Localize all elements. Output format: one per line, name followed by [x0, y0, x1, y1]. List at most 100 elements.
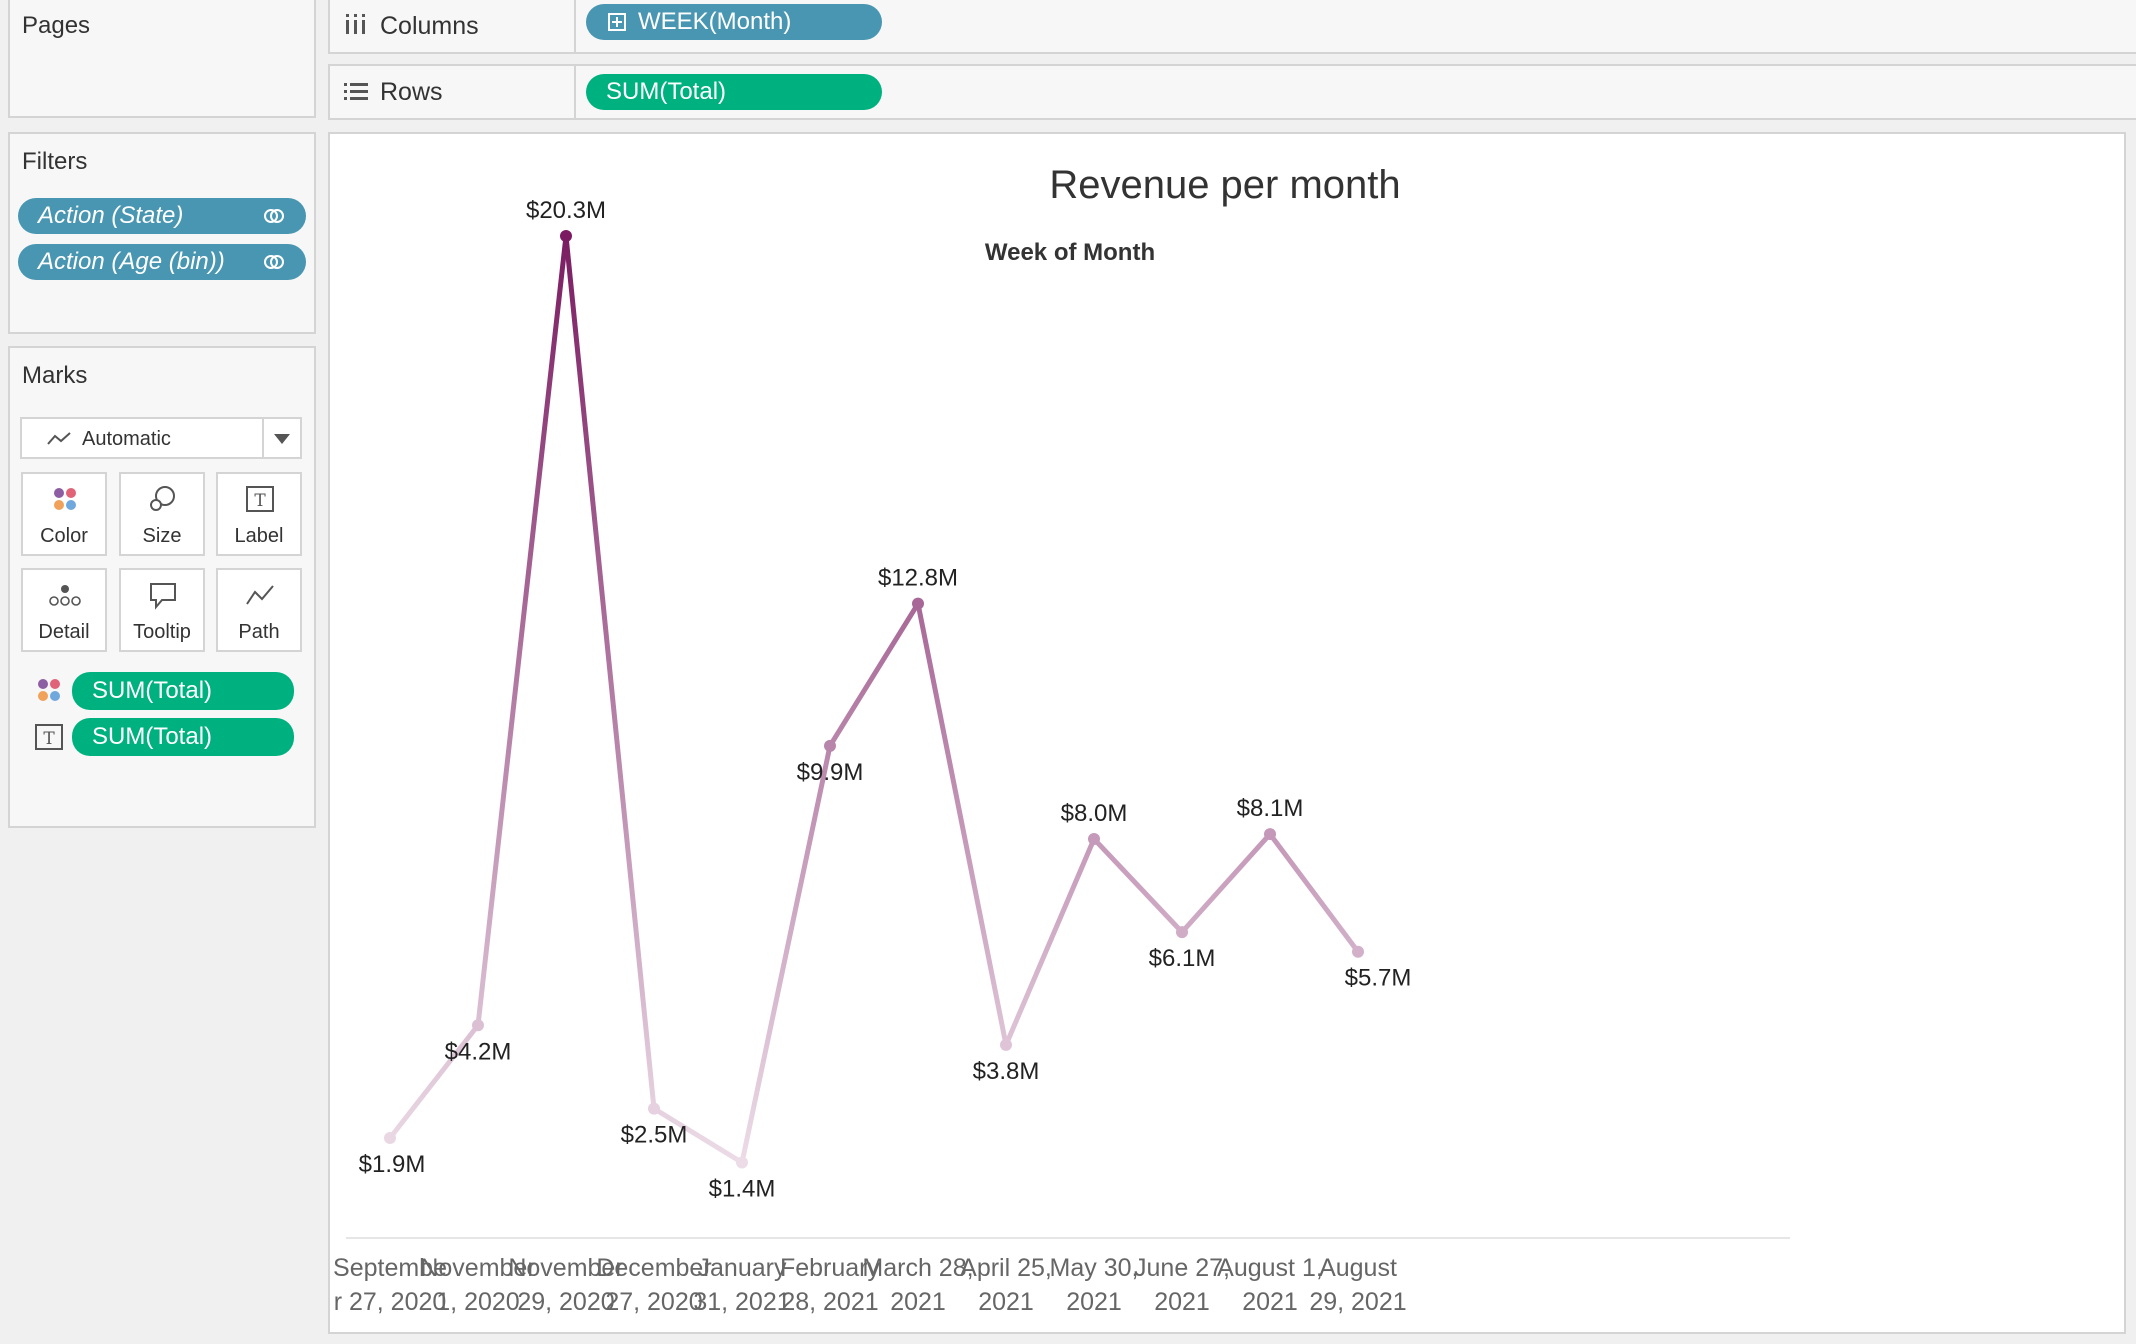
rows-label: Rows: [380, 78, 443, 106]
data-point[interactable]: [912, 597, 924, 610]
color-button-label: Color: [40, 525, 88, 547]
filters-card[interactable]: Filters Action (State) Action (Age (bin)…: [8, 132, 316, 334]
path-button[interactable]: Path: [216, 568, 302, 652]
rows-icon: [344, 83, 368, 100]
data-label: $8.1M: [1237, 795, 1304, 822]
pages-title: Pages: [22, 12, 91, 39]
data-point[interactable]: [560, 230, 572, 242]
marks-title: Marks: [22, 362, 88, 389]
data-point[interactable]: [1000, 1038, 1012, 1051]
color-field-icon: [38, 679, 60, 701]
data-label: $1.9M: [359, 1151, 426, 1178]
rows-shelf[interactable]: Rows SUM(Total): [328, 64, 2136, 120]
detail-icon: [49, 585, 81, 606]
color-button[interactable]: Color: [21, 472, 107, 556]
marks-label-field-pill[interactable]: SUM(Total): [72, 718, 294, 756]
tooltip-button-label: Tooltip: [133, 621, 191, 643]
x-tick-label: March 28, 2021: [862, 1254, 973, 1316]
filter-pill-state-label: Action (State): [38, 202, 184, 229]
x-axis-ticks: Septembe r 27, 2020November 1, 2020Novembe…: [333, 1254, 1407, 1316]
dropdown-divider: [262, 419, 264, 457]
columns-pill[interactable]: WEEK(Month): [586, 4, 882, 40]
data-label: $4.2M: [445, 1038, 512, 1065]
data-label: $8.0M: [1061, 800, 1128, 827]
color-icon: [54, 488, 76, 510]
data-label: $1.4M: [709, 1176, 776, 1203]
data-point[interactable]: [1088, 832, 1100, 845]
data-point[interactable]: [736, 1156, 748, 1169]
columns-shelf[interactable]: Columns WEEK(Month): [328, 0, 2136, 54]
data-point[interactable]: [472, 1019, 484, 1032]
columns-label: Columns: [380, 12, 479, 40]
columns-label-cell: Columns: [330, 0, 576, 52]
line-segment: [739, 743, 833, 1166]
revenue-series: [384, 230, 1364, 1169]
path-button-label: Path: [238, 621, 280, 643]
line-segment: [1267, 831, 1361, 955]
chevron-down-icon[interactable]: [274, 434, 290, 444]
text-label-icon: T: [35, 724, 63, 750]
columns-pill-label: WEEK(Month): [638, 8, 792, 35]
x-tick-label: August 1, 2021: [1217, 1254, 1323, 1316]
x-tick-label: August 29, 2021: [1309, 1254, 1406, 1316]
marks-color-field-pill[interactable]: SUM(Total): [72, 672, 294, 710]
x-tick-label: April 25, 2021: [960, 1254, 1052, 1316]
data-point[interactable]: [1176, 926, 1188, 939]
x-tick-label: June 27, 2021: [1134, 1254, 1230, 1316]
data-label: $9.9M: [797, 759, 864, 786]
tooltip-icon: [150, 583, 176, 610]
size-button[interactable]: Size: [119, 472, 205, 556]
size-button-label: Size: [142, 525, 182, 547]
filter-pill-age-bin-label: Action (Age (bin)): [38, 248, 225, 275]
x-tick-label: May 30, 2021: [1050, 1254, 1139, 1316]
mark-type-value: Automatic: [82, 428, 171, 450]
rows-pill-label: SUM(Total): [606, 78, 727, 105]
line-segment: [1003, 836, 1097, 1048]
line-segment: [475, 233, 569, 1028]
mark-type-dropdown[interactable]: Automatic: [20, 417, 302, 459]
marks-label-field-label: SUM(Total): [92, 723, 213, 750]
data-label: $20.3M: [526, 197, 606, 224]
data-point[interactable]: [1264, 828, 1276, 841]
data-point[interactable]: [1352, 945, 1364, 958]
svg-text:T: T: [254, 491, 266, 511]
linked-filter-icon: [264, 209, 284, 223]
columns-icon: [346, 14, 365, 34]
x-tick-label: January 31, 2021: [693, 1254, 790, 1316]
data-label: $5.7M: [1345, 965, 1412, 992]
line-mark-icon: [47, 432, 71, 445]
path-icon: [246, 585, 274, 605]
tooltip-button[interactable]: Tooltip: [119, 568, 205, 652]
linked-filter-icon: [264, 255, 284, 269]
chart-view[interactable]: Revenue per month Week of Month $1.9M $4.…: [328, 132, 2126, 1334]
data-label: $2.5M: [621, 1122, 688, 1149]
line-chart[interactable]: Revenue per month Week of Month $1.9M $4.…: [330, 134, 2124, 1332]
label-button[interactable]: T Label: [216, 472, 302, 556]
data-label: $6.1M: [1149, 945, 1216, 972]
filter-pill-state[interactable]: Action (State): [18, 198, 306, 234]
pages-card[interactable]: Pages: [8, 0, 316, 118]
data-point[interactable]: [648, 1102, 660, 1115]
line-segment: [1091, 836, 1185, 935]
data-point[interactable]: [824, 739, 836, 752]
line-segment: [827, 601, 921, 749]
expand-icon[interactable]: [608, 13, 626, 31]
data-point[interactable]: [384, 1132, 396, 1144]
label-button-label: Label: [234, 525, 284, 547]
line-segment: [1179, 831, 1273, 935]
marks-color-field-label: SUM(Total): [92, 677, 213, 704]
filters-title: Filters: [22, 148, 88, 175]
svg-text:T: T: [43, 729, 55, 749]
line-segment: [563, 233, 657, 1112]
detail-button[interactable]: Detail: [21, 568, 107, 652]
data-label: $12.8M: [878, 565, 958, 592]
rows-label-cell: Rows: [330, 66, 576, 118]
column-header: Week of Month: [985, 239, 1155, 266]
data-label: $3.8M: [973, 1058, 1040, 1085]
line-segment: [915, 601, 1009, 1048]
detail-button-label: Detail: [38, 621, 90, 643]
chart-title: Revenue per month: [1049, 163, 1400, 207]
filter-pill-age-bin[interactable]: Action (Age (bin)): [18, 244, 306, 280]
text-label-icon: T: [246, 486, 274, 512]
rows-pill[interactable]: SUM(Total): [586, 74, 882, 110]
